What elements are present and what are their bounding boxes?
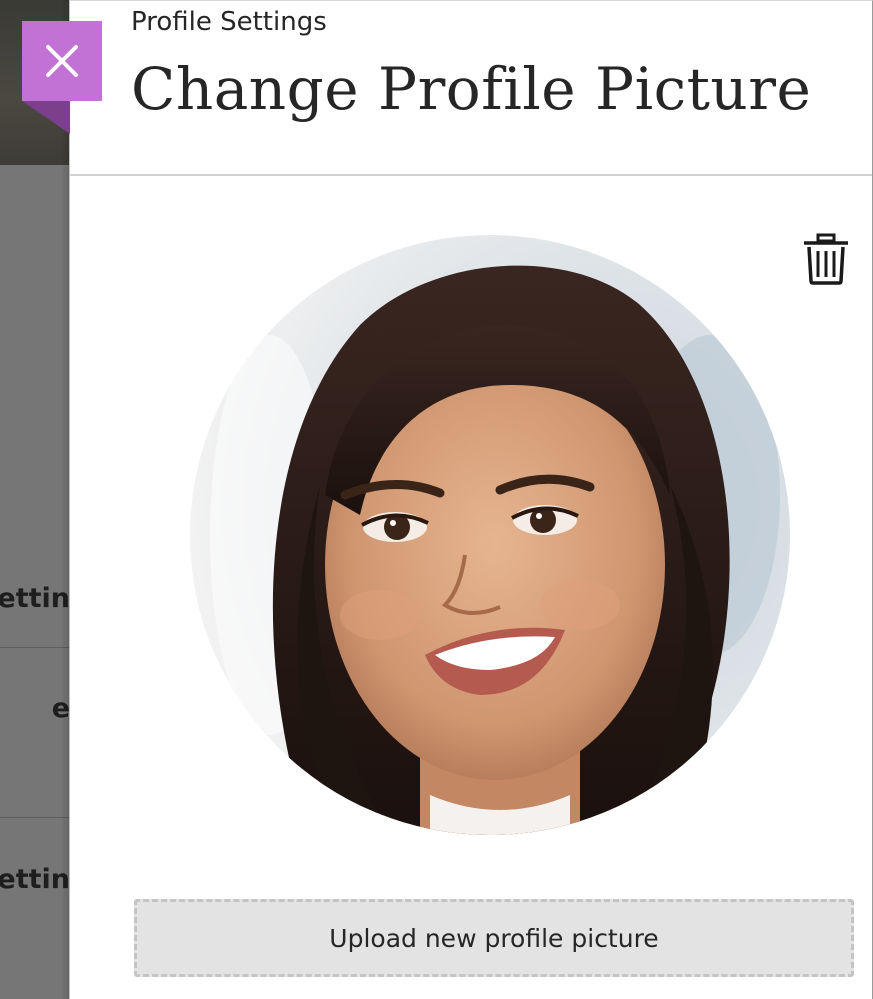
breadcrumb: Profile Settings <box>131 7 327 37</box>
panel-header: Profile Settings Change Profile Picture <box>70 1 872 176</box>
page-title: Change Profile Picture <box>131 55 812 123</box>
close-panel-button[interactable] <box>22 21 102 101</box>
close-icon <box>46 45 78 77</box>
upload-button-label: Upload new profile picture <box>329 923 659 953</box>
profile-picture <box>190 235 790 835</box>
profile-photo-illustration <box>190 235 790 835</box>
close-tab-fold <box>22 101 70 134</box>
delete-picture-button[interactable] <box>801 232 851 286</box>
upload-new-profile-picture-button[interactable]: Upload new profile picture <box>134 899 854 977</box>
trash-icon <box>804 233 848 285</box>
background-page: ettin e ettin <box>0 0 72 999</box>
